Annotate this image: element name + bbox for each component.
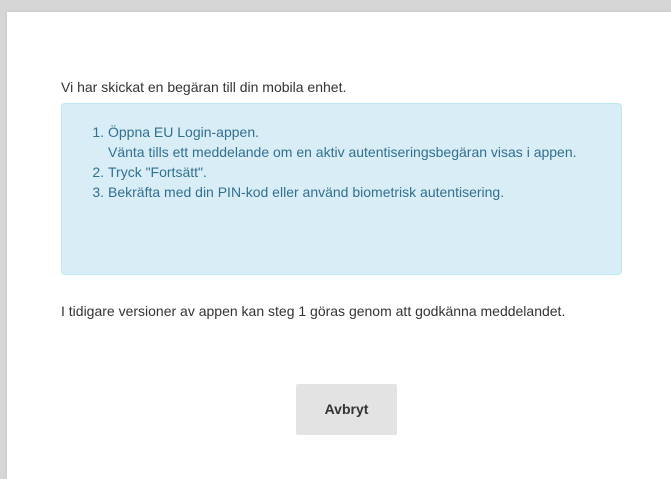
step-number: 3.	[92, 184, 104, 200]
step-number: 2.	[92, 164, 104, 180]
step-item: 2. Tryck "Fortsätt".	[84, 162, 604, 182]
step-item: 1. Öppna EU Login-appen. Vänta tills ett…	[84, 122, 604, 162]
window-top-border	[0, 0, 671, 12]
step-text: Tryck "Fortsätt".	[108, 164, 207, 180]
cancel-button[interactable]: Avbryt	[296, 384, 397, 435]
version-note: I tidigare versioner av appen kan steg 1…	[61, 303, 566, 319]
authentication-panel: Vi har skickat en begäran till din mobil…	[7, 12, 671, 479]
step-item: 3. Bekräfta med din PIN-kod eller använd…	[84, 182, 604, 202]
step-number: 1.	[92, 124, 104, 140]
step-subtext: Vänta tills ett meddelande om en aktiv a…	[108, 144, 577, 160]
steps-list: 1. Öppna EU Login-appen. Vänta tills ett…	[84, 122, 604, 202]
step-text: Öppna EU Login-appen.	[108, 124, 259, 140]
step-text: Bekräfta med din PIN-kod eller använd bi…	[108, 184, 505, 200]
instructions-box: 1. Öppna EU Login-appen. Vänta tills ett…	[61, 103, 622, 275]
intro-message: Vi har skickat en begäran till din mobil…	[61, 79, 347, 95]
window-left-border	[0, 0, 7, 479]
